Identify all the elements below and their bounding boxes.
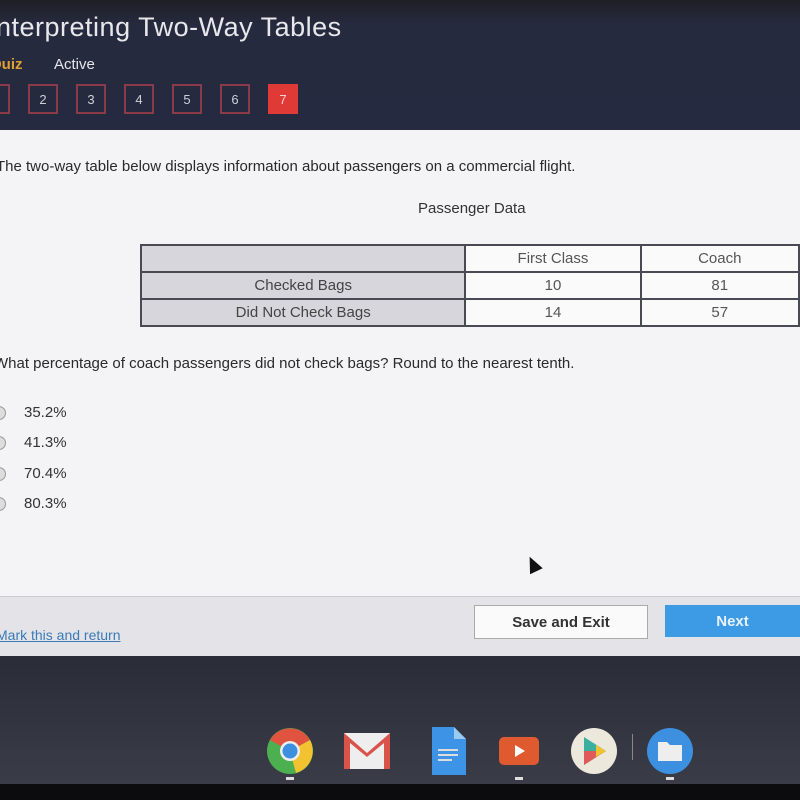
- play-store-icon[interactable]: [570, 727, 618, 775]
- radio-button[interactable]: [0, 405, 6, 420]
- question-prompt: What percentage of coach passengers did …: [0, 355, 575, 372]
- activity-type: Quiz: [0, 56, 23, 73]
- option-label: 80.3%: [24, 495, 67, 512]
- running-indicator: [515, 777, 523, 780]
- screen-bezel: [0, 784, 800, 800]
- answer-option[interactable]: 70.4%: [0, 465, 67, 482]
- table-cell: 81: [639, 271, 800, 300]
- mark-and-return-link[interactable]: Mark this and return: [0, 627, 121, 643]
- table-cell: 57: [639, 298, 800, 327]
- option-label: 41.3%: [24, 434, 67, 451]
- docs-icon[interactable]: [424, 727, 472, 775]
- question-2-button[interactable]: 2: [28, 84, 58, 114]
- next-button[interactable]: Next: [665, 605, 800, 637]
- question-area: The two-way table below displays informa…: [0, 130, 800, 596]
- row-label: Did Not Check Bags: [139, 298, 467, 327]
- radio-button[interactable]: [0, 496, 6, 511]
- question-4-button[interactable]: 4: [124, 84, 154, 114]
- gmail-icon[interactable]: [342, 727, 390, 775]
- page-title: Interpreting Two-Way Tables: [0, 12, 342, 42]
- column-header: First Class: [464, 244, 642, 273]
- table-cell: 14: [464, 298, 642, 327]
- youtube-icon[interactable]: [497, 727, 545, 775]
- footer-bar: Mark this and return Save and Exit Next: [0, 596, 800, 656]
- table-corner: [139, 244, 467, 273]
- running-indicator: [286, 777, 294, 780]
- files-icon[interactable]: [646, 727, 694, 775]
- radio-button[interactable]: [0, 466, 6, 481]
- table-caption: Passenger Data: [418, 200, 526, 217]
- column-header: Coach: [639, 244, 800, 273]
- option-label: 70.4%: [24, 465, 67, 482]
- answer-option[interactable]: 41.3%: [0, 434, 67, 451]
- question-5-button[interactable]: 5: [172, 84, 202, 114]
- row-label: Checked Bags: [139, 271, 467, 300]
- question-1-button[interactable]: 1: [0, 84, 10, 114]
- taskbar-divider: [632, 734, 633, 760]
- two-way-table: First Class Coach Checked Bags 10 81 Did No…: [139, 244, 800, 327]
- chrome-icon[interactable]: [266, 727, 314, 775]
- table-header-row: First Class Coach: [139, 244, 800, 273]
- running-indicator: [666, 777, 674, 780]
- question-6-button[interactable]: 6: [220, 84, 250, 114]
- table-row: Checked Bags 10 81: [139, 271, 800, 300]
- table-cell: 10: [464, 271, 642, 300]
- save-and-exit-button[interactable]: Save and Exit: [474, 605, 648, 639]
- option-label: 35.2%: [24, 404, 67, 421]
- question-7-button[interactable]: 7: [268, 84, 298, 114]
- radio-button[interactable]: [0, 435, 6, 450]
- status-label: Active: [54, 56, 95, 73]
- answer-option[interactable]: 35.2%: [0, 404, 67, 421]
- question-intro: The two-way table below displays informa…: [0, 158, 576, 175]
- answer-option[interactable]: 80.3%: [0, 495, 67, 512]
- table-row: Did Not Check Bags 14 57: [139, 298, 800, 327]
- quiz-header: Interpreting Two-Way Tables Quiz Active …: [0, 0, 800, 130]
- question-3-button[interactable]: 3: [76, 84, 106, 114]
